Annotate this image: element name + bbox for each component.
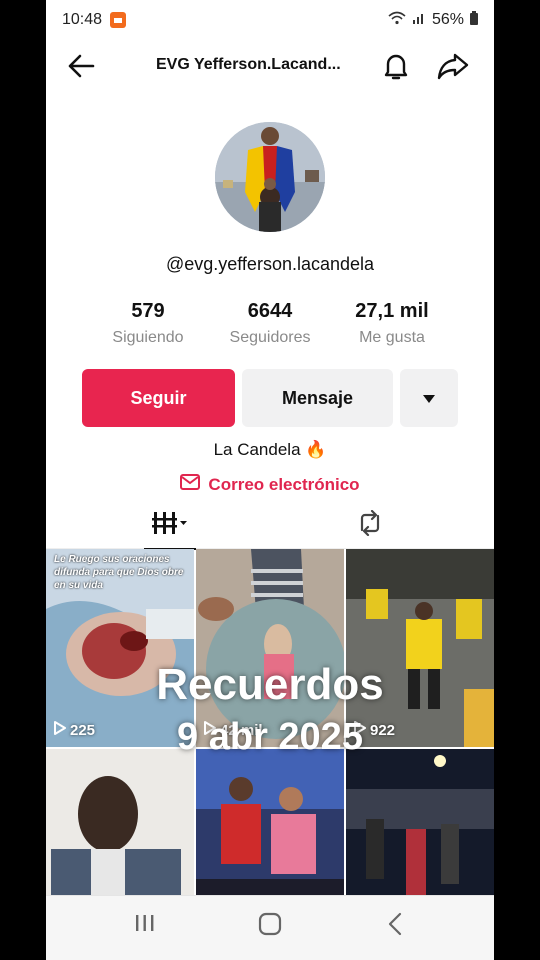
stat-value: 6644: [247, 300, 293, 322]
header-title: EVG Yefferson.Lacand...: [156, 56, 341, 73]
tab-videos[interactable]: [144, 502, 196, 550]
message-button[interactable]: Mensaje: [242, 369, 393, 427]
more-options-button[interactable]: [400, 369, 458, 427]
email-label: Correo electrónico: [208, 474, 360, 494]
videos-grid-icon: [150, 510, 190, 541]
home-icon[interactable]: [258, 912, 282, 941]
follow-button[interactable]: Seguir: [82, 369, 235, 427]
stat-followers[interactable]: 6644 Seguidores: [215, 300, 325, 347]
recent-apps-icon[interactable]: [134, 912, 156, 939]
system-navigation-bar: [46, 895, 494, 960]
back-arrow-icon[interactable]: [66, 52, 96, 85]
status-time: 10:48: [62, 11, 103, 28]
battery-icon: [470, 10, 478, 30]
stat-label: Siguiendo: [112, 329, 184, 346]
profile-avatar[interactable]: [215, 122, 325, 232]
stat-value: 27,1 mil: [355, 300, 429, 322]
status-bar: 10:48 56%: [46, 0, 494, 40]
profile-header: EVG Yefferson.Lacand...: [46, 40, 494, 92]
caret-down-icon: [422, 388, 436, 409]
stat-value: 579: [131, 300, 165, 322]
tab-reposts[interactable]: [342, 502, 398, 548]
email-link[interactable]: Correo electrónico: [46, 474, 494, 495]
memories-title: Recuerdos: [156, 660, 384, 709]
notification-app-icon: [110, 12, 127, 28]
stat-likes[interactable]: 27,1 mil Me gusta: [337, 300, 447, 347]
stat-following[interactable]: 579 Siguiendo: [93, 300, 203, 347]
wifi-icon: [388, 11, 406, 30]
app-screen: 10:48 56% EVG Yefferson.Lacand... @evg.y…: [46, 0, 494, 960]
memories-date: 9 abr 2025: [177, 716, 363, 758]
battery-percent: 56%: [431, 11, 464, 28]
memories-overlay: Recuerdos 9 abr 2025: [46, 660, 494, 759]
back-nav-icon[interactable]: [386, 912, 404, 941]
profile-stats: 579 Siguiendo 6644 Seguidores 27,1 mil M…: [46, 300, 494, 356]
stat-label: Seguidores: [229, 329, 311, 346]
thumbnail-caption: Le Ruego sus oraciones difunda para que …: [54, 554, 184, 591]
repost-icon: [356, 509, 384, 541]
bell-icon[interactable]: [380, 50, 412, 87]
stat-label: Me gusta: [359, 329, 425, 346]
share-arrow-icon[interactable]: [436, 50, 470, 87]
content-tabs: [46, 502, 494, 550]
envelope-icon: [180, 474, 201, 495]
profile-handle: @evg.yefferson.lacandela: [165, 254, 375, 274]
signal-icon: [412, 11, 426, 30]
profile-bio: La Candela 🔥: [213, 440, 327, 459]
